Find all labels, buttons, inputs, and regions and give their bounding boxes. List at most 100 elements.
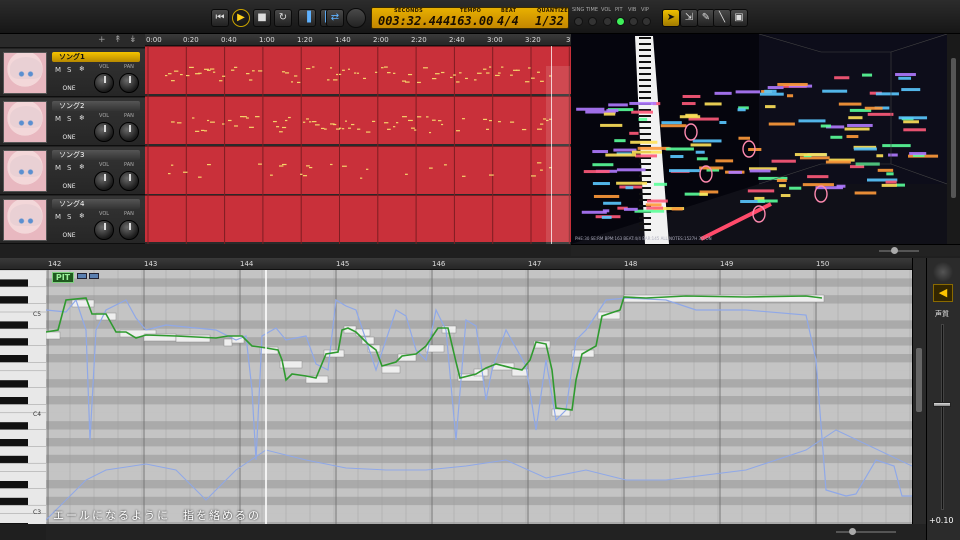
freeze-icon[interactable]: ❄ [79,114,85,122]
move-up-icon[interactable]: ↟ [114,35,122,45]
measure-ruler[interactable]: 142 143 144 145 146 147 148 149 150 [0,258,912,270]
stop-button[interactable]: ■ [253,9,271,27]
black-key[interactable] [0,279,28,287]
black-key[interactable] [0,321,28,329]
track-list-header: + ↟ ↡ [0,34,145,48]
pan-knob[interactable] [119,122,139,142]
freeze-icon[interactable]: ❄ [79,65,85,73]
one-button[interactable]: ONE [56,85,82,93]
black-key[interactable] [0,380,28,388]
black-key[interactable] [0,523,28,524]
note-bar [807,175,829,179]
add-track-icon[interactable]: + [98,35,106,45]
pan-knob[interactable] [119,171,139,191]
piano-keyboard[interactable]: C5 C4 C3 [0,270,46,524]
volume-slider-handle[interactable] [933,402,951,407]
black-key[interactable] [0,455,28,464]
note-bar [583,170,610,174]
track-row[interactable]: ソング2 M S ❄ VOL PAN ONE [0,98,145,146]
led-time[interactable] [588,17,597,26]
marker-in-button[interactable]: ▐ [298,9,316,27]
pan-knob[interactable] [119,73,139,93]
rewind-button[interactable]: ⏮ [211,9,229,27]
mode-button-2[interactable] [89,273,99,279]
one-button[interactable]: ONE [56,183,82,191]
black-key[interactable] [0,497,28,506]
note-block [223,338,233,347]
note-dash [543,118,547,120]
led-sing[interactable] [574,17,583,26]
3d-note-view[interactable]: PHE:30 SE:RM BPM:163 BEAT:4/4 BAR:145 AL… [571,34,947,244]
track-name[interactable]: ソング3 [52,150,140,160]
speaker-button[interactable]: ◀ [933,284,953,302]
status-label-vol: VOL [601,7,612,13]
mute-button[interactable]: M [55,213,61,221]
one-button[interactable]: ONE [56,134,82,142]
black-key[interactable] [0,439,28,447]
note-dash [303,121,306,123]
mute-button[interactable]: M [55,164,61,172]
mute-button[interactable]: M [55,115,61,123]
note-bar [653,182,668,186]
freeze-icon[interactable]: ❄ [79,163,85,171]
range-tool-button[interactable]: ⇲ [680,9,698,27]
master-volume-knob[interactable] [346,8,366,28]
led-pit[interactable] [616,17,625,26]
piano-roll-vertical-scrollbar[interactable] [912,258,926,524]
black-key[interactable] [0,397,28,405]
solo-button[interactable]: S [67,164,71,172]
window-tool-button[interactable]: ▣ [730,9,748,27]
loop-button[interactable]: ↻ [274,9,292,27]
play-button[interactable]: ▶ [232,9,250,27]
line-tool-button[interactable]: ╲ [713,9,731,27]
pan-knob[interactable] [119,220,139,240]
track-name[interactable]: ソング1 [52,52,140,62]
solo-button[interactable]: S [67,115,71,123]
freeze-icon[interactable]: ❄ [79,212,85,220]
pit-mode-badge[interactable]: PIT [52,272,74,283]
piano-roll-zoom-bar[interactable] [46,524,926,540]
black-key[interactable] [0,481,28,489]
scroll-thumb[interactable] [951,58,956,198]
singer-avatar[interactable] [3,150,47,192]
mode-button-1[interactable] [77,273,87,279]
one-button[interactable]: ONE [56,232,82,240]
volume-knob[interactable] [94,122,114,142]
3d-zoom-bar[interactable] [571,244,960,256]
auto-scroll-button[interactable]: ⇄ [326,9,344,27]
singer-avatar[interactable] [3,199,47,241]
black-key[interactable] [0,422,28,430]
playhead[interactable] [551,46,552,244]
volume-knob[interactable] [94,171,114,191]
move-down-icon[interactable]: ↡ [129,35,137,45]
mute-button[interactable]: M [55,66,61,74]
black-key[interactable] [0,338,28,346]
volume-knob[interactable] [94,220,114,240]
scroll-thumb[interactable] [916,348,922,412]
strip-knob[interactable] [933,262,953,282]
select-tool-button[interactable]: ➤ [662,9,680,27]
track-name[interactable]: ソング2 [52,101,140,111]
3d-vertical-scrollbar[interactable] [947,34,960,244]
black-key[interactable] [0,355,28,363]
singer-avatar[interactable] [3,52,47,94]
arrangement-view[interactable]: 0:00 0:20 0:40 1:00 1:20 1:40 2:00 2:20 2:40 3:00… [145,34,571,244]
led-vip[interactable] [642,17,651,26]
led-vol[interactable] [603,17,612,26]
black-key[interactable] [0,296,28,304]
zoom-handle[interactable] [891,247,898,254]
note-bar [690,143,712,147]
pitch-row [46,354,912,363]
zoom-handle[interactable] [849,528,856,535]
track-row[interactable]: ソング3 M S ❄ VOL PAN ONE [0,147,145,195]
track-row[interactable]: ソング4 M S ❄ VOL PAN ONE [0,196,145,244]
track-row[interactable]: ソング1 M S ❄ VOL PAN ONE [0,49,145,97]
track-name[interactable]: ソング4 [52,199,140,209]
pitch-row [46,270,912,279]
volume-knob[interactable] [94,73,114,93]
piano-roll-grid[interactable] [46,270,912,524]
solo-button[interactable]: S [67,213,71,221]
led-vib[interactable] [629,17,638,26]
solo-button[interactable]: S [67,66,71,74]
singer-avatar[interactable] [3,101,47,143]
